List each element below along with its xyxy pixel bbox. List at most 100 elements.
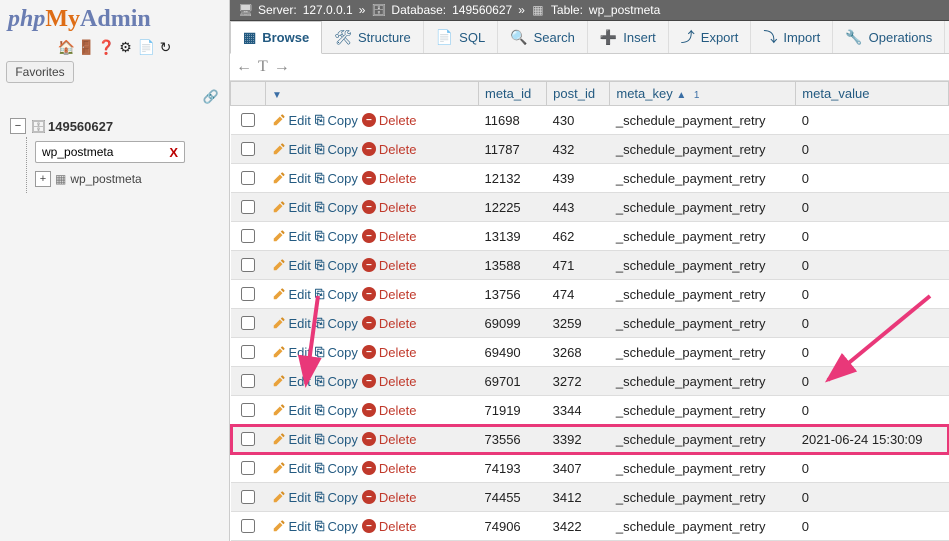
tree-table-row[interactable]: + ▦ wp_postmeta	[35, 169, 225, 189]
delete-link[interactable]: −Delete	[362, 113, 417, 128]
edit-link[interactable]: Edit	[272, 316, 311, 331]
clear-filter-icon[interactable]: X	[167, 145, 180, 160]
table-filter[interactable]: X	[35, 141, 185, 163]
copy-link[interactable]: ⎘Copy	[315, 113, 358, 128]
tab-operations[interactable]: 🔧Operations	[833, 21, 945, 53]
copy-link[interactable]: ⎘Copy	[315, 200, 358, 215]
copy-link[interactable]: ⎘Copy	[315, 345, 358, 360]
reload-icon[interactable]: ↻	[158, 39, 174, 55]
tree-table-name[interactable]: wp_postmeta	[70, 172, 141, 186]
edit-link[interactable]: Edit	[272, 200, 311, 215]
tab-insert[interactable]: ➕Insert	[588, 21, 669, 53]
delete-icon: −	[362, 316, 376, 330]
delete-link[interactable]: −Delete	[362, 403, 417, 418]
grid-toolbar: ← T →	[230, 54, 949, 81]
row-checkbox[interactable]	[241, 345, 255, 359]
delete-link[interactable]: −Delete	[362, 461, 417, 476]
delete-link[interactable]: −Delete	[362, 490, 417, 505]
docs-icon[interactable]: ❓	[98, 39, 114, 55]
delete-link[interactable]: −Delete	[362, 171, 417, 186]
edit-link[interactable]: Edit	[272, 461, 311, 476]
row-checkbox[interactable]	[241, 287, 255, 301]
logout-icon[interactable]: 🚪	[78, 39, 94, 55]
copy-link[interactable]: ⎘Copy	[315, 374, 358, 389]
tab-browse[interactable]: ▦Browse	[230, 21, 322, 54]
row-checkbox[interactable]	[241, 461, 255, 475]
row-checkbox[interactable]	[241, 432, 255, 446]
delete-link[interactable]: −Delete	[362, 287, 417, 302]
copy-link[interactable]: ⎘Copy	[315, 171, 358, 186]
edit-link[interactable]: Edit	[272, 374, 311, 389]
left-arrow-icon[interactable]: ←	[236, 58, 252, 76]
theme-icon[interactable]: 📄	[138, 39, 154, 55]
tab-export[interactable]: ⤴Export	[669, 21, 752, 53]
tree-db-row[interactable]: − 🗄 149560627	[8, 115, 225, 137]
delete-link[interactable]: −Delete	[362, 374, 417, 389]
delete-link[interactable]: −Delete	[362, 258, 417, 273]
edit-link[interactable]: Edit	[272, 113, 311, 128]
col-meta-value[interactable]: meta_value	[796, 82, 949, 106]
tab-import[interactable]: ⤵Import	[751, 21, 833, 53]
copy-link[interactable]: ⎘Copy	[315, 461, 358, 476]
edit-link[interactable]: Edit	[272, 258, 311, 273]
delete-link[interactable]: −Delete	[362, 432, 417, 447]
row-checkbox[interactable]	[241, 142, 255, 156]
row-checkbox[interactable]	[241, 519, 255, 533]
edit-link[interactable]: Edit	[272, 229, 311, 244]
copy-link[interactable]: ⎘Copy	[315, 258, 358, 273]
edit-link[interactable]: Edit	[272, 432, 311, 447]
tab-search[interactable]: 🔍Search	[498, 21, 588, 53]
delete-link[interactable]: −Delete	[362, 229, 417, 244]
copy-link[interactable]: ⎘Copy	[315, 316, 358, 331]
col-meta-id[interactable]: meta_id	[479, 82, 547, 106]
breadcrumb-server[interactable]: 127.0.0.1	[303, 3, 353, 17]
delete-link[interactable]: −Delete	[362, 200, 417, 215]
settings-icon[interactable]: ⚙	[118, 39, 134, 55]
edit-link[interactable]: Edit	[272, 142, 311, 157]
row-checkbox[interactable]	[241, 258, 255, 272]
delete-link[interactable]: −Delete	[362, 519, 417, 534]
row-checkbox[interactable]	[241, 403, 255, 417]
row-checkbox[interactable]	[241, 316, 255, 330]
breadcrumb-table[interactable]: wp_postmeta	[589, 3, 660, 17]
copy-link[interactable]: ⎘Copy	[315, 403, 358, 418]
edit-link[interactable]: Edit	[272, 519, 311, 534]
home-icon[interactable]: 🏠	[58, 39, 74, 55]
col-actions[interactable]: ▼	[266, 82, 479, 106]
edit-link[interactable]: Edit	[272, 345, 311, 360]
col-post-id[interactable]: post_id	[547, 82, 610, 106]
delete-link[interactable]: −Delete	[362, 316, 417, 331]
collapse-icon[interactable]: −	[10, 118, 26, 134]
expand-icon[interactable]: +	[35, 171, 51, 187]
delete-link[interactable]: −Delete	[362, 345, 417, 360]
row-checkbox[interactable]	[241, 374, 255, 388]
copy-link[interactable]: ⎘Copy	[315, 142, 358, 157]
edit-link[interactable]: Edit	[272, 171, 311, 186]
breadcrumb-db[interactable]: 149560627	[452, 3, 512, 17]
tab-structure[interactable]: 🛠Structure	[322, 21, 424, 53]
right-arrow-icon[interactable]: →	[274, 58, 290, 76]
link-icon[interactable]: 🔗	[6, 89, 225, 109]
row-checkbox[interactable]	[241, 229, 255, 243]
edit-link[interactable]: Edit	[272, 490, 311, 505]
copy-link[interactable]: ⎘Copy	[315, 490, 358, 505]
table-filter-input[interactable]	[40, 144, 167, 160]
favorites-button[interactable]: Favorites	[6, 61, 74, 83]
edit-link[interactable]: Edit	[272, 403, 311, 418]
text-tool-icon[interactable]: T	[258, 58, 268, 76]
row-checkbox[interactable]	[241, 200, 255, 214]
delete-link[interactable]: −Delete	[362, 142, 417, 157]
edit-link[interactable]: Edit	[272, 287, 311, 302]
tab-sql[interactable]: 📄SQL	[424, 21, 498, 53]
cell-meta-value: 0	[796, 309, 949, 338]
copy-link[interactable]: ⎘Copy	[315, 519, 358, 534]
tree-db-name[interactable]: 149560627	[48, 119, 113, 134]
copy-link[interactable]: ⎘Copy	[315, 287, 358, 302]
copy-link[interactable]: ⎘Copy	[315, 432, 358, 447]
row-checkbox[interactable]	[241, 171, 255, 185]
cell-meta-key: _schedule_payment_retry	[610, 280, 796, 309]
col-meta-key[interactable]: meta_key ▲ 1	[610, 82, 796, 106]
copy-link[interactable]: ⎘Copy	[315, 229, 358, 244]
row-checkbox[interactable]	[241, 490, 255, 504]
row-checkbox[interactable]	[241, 113, 255, 127]
